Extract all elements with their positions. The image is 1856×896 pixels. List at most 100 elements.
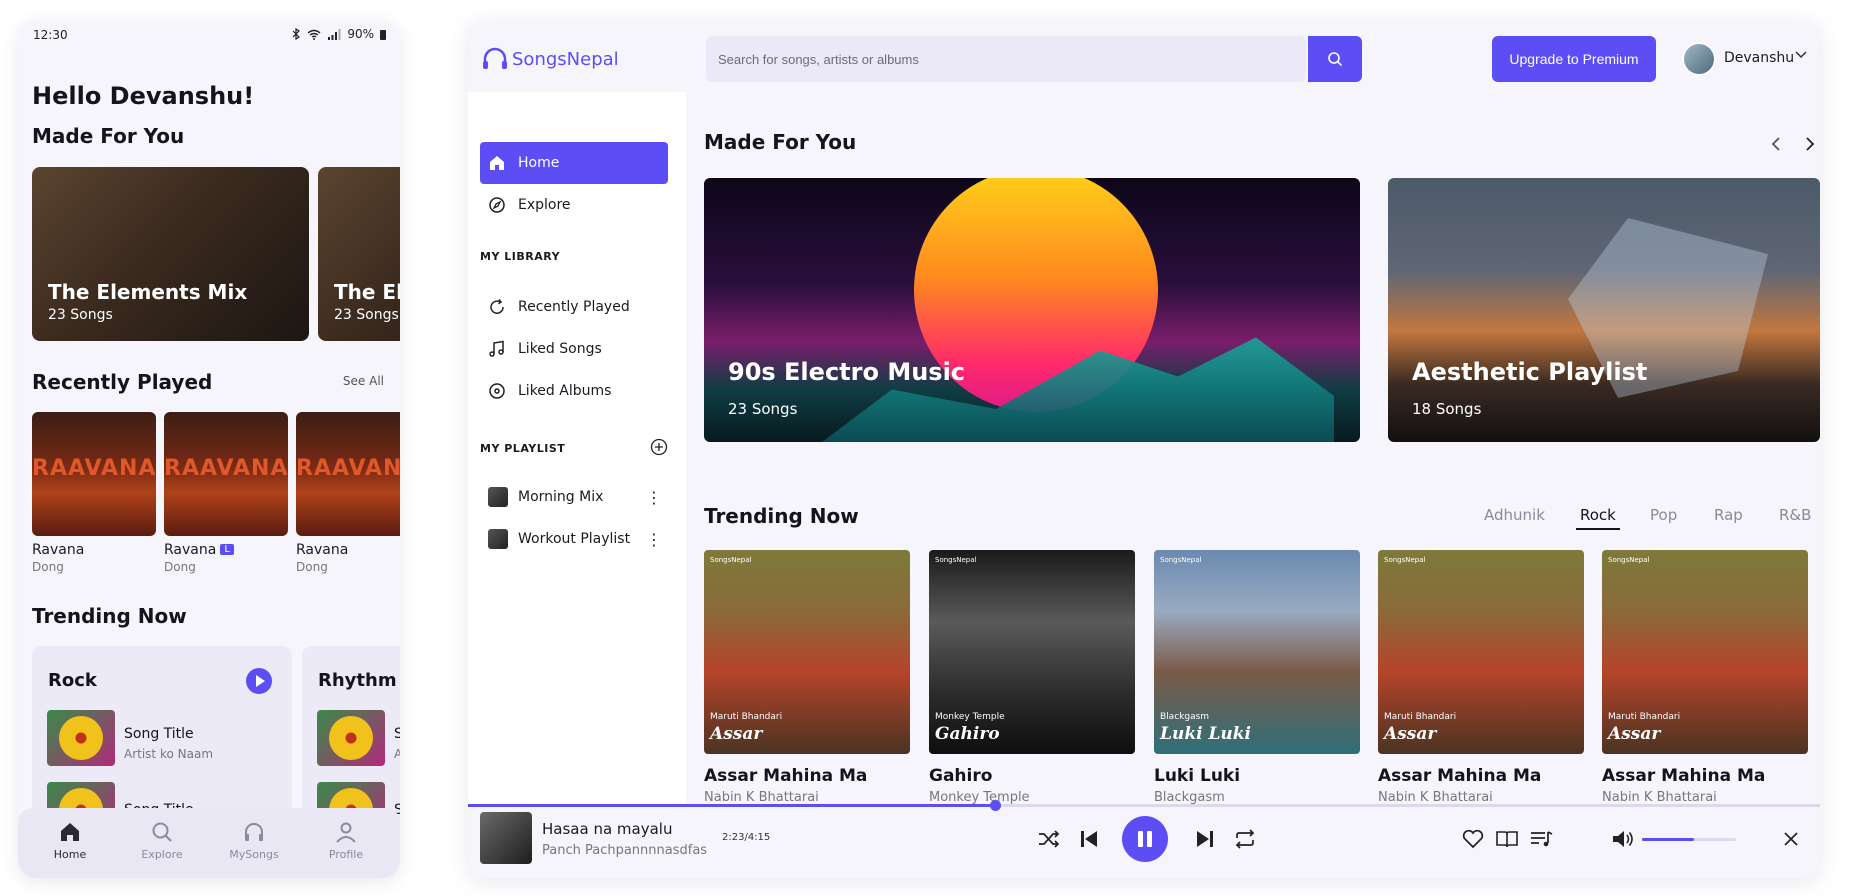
chevron-left-icon[interactable] bbox=[1764, 132, 1788, 156]
lyrics-icon[interactable] bbox=[1494, 826, 1520, 852]
art-artist: Blackgasm bbox=[1160, 712, 1210, 722]
close-icon[interactable] bbox=[1778, 826, 1804, 852]
song-artist: Nabin K Bhattarai bbox=[1602, 790, 1717, 805]
battery-percent: 90% bbox=[347, 27, 374, 41]
song-art: SongsNepal Maruti Bhandari Assar bbox=[1602, 550, 1808, 754]
sidebar-item-explore[interactable]: Explore bbox=[480, 184, 668, 226]
pause-button[interactable] bbox=[1122, 816, 1168, 862]
now-playing-title: Hasaa na mayalu bbox=[542, 820, 673, 838]
queue-icon[interactable] bbox=[1528, 826, 1554, 852]
history-icon bbox=[490, 299, 504, 314]
mix-card-subtitle: 23 Songs bbox=[48, 307, 113, 323]
made-for-you-heading: Made For You bbox=[704, 130, 857, 154]
tab-label: Home bbox=[53, 848, 87, 861]
recent-title-text: Ravana bbox=[296, 542, 349, 558]
song-card[interactable]: SongsNepal Blackgasm Luki Luki Luki Luki… bbox=[1154, 550, 1360, 805]
sidebar-item-recently-played[interactable]: Recently Played bbox=[480, 286, 668, 328]
sidebar-item-home[interactable]: Home bbox=[480, 142, 668, 184]
recent-album-art[interactable]: RAAVANA bbox=[164, 412, 288, 536]
tab-rnb[interactable]: R&B bbox=[1779, 506, 1811, 524]
next-icon[interactable] bbox=[1192, 826, 1218, 852]
art-title: Assar bbox=[710, 724, 763, 744]
mix-card-subtitle: 23 Songs bbox=[334, 307, 399, 323]
art-title: Assar bbox=[1384, 724, 1437, 744]
greeting-title: Hello Devanshu! bbox=[32, 82, 255, 110]
banner-title: 90s Electro Music bbox=[728, 358, 966, 386]
brand-logo[interactable]: SongsNepal bbox=[480, 44, 619, 74]
add-playlist-icon[interactable] bbox=[650, 438, 668, 456]
play-icon[interactable] bbox=[246, 668, 272, 694]
avatar[interactable] bbox=[1682, 42, 1716, 76]
art-artist: Monkey Temple bbox=[935, 712, 1005, 722]
more-options-icon[interactable]: ⋮ bbox=[646, 530, 662, 549]
volume-icon[interactable] bbox=[1610, 826, 1636, 852]
signal-icon bbox=[328, 28, 341, 40]
now-playing-artist: Panch Pachpannnnasdfas bbox=[542, 843, 708, 858]
repeat-icon[interactable] bbox=[1232, 826, 1258, 852]
headphones-icon bbox=[245, 823, 263, 841]
recently-played-heading: Recently Played bbox=[32, 370, 213, 394]
compass-icon bbox=[489, 197, 505, 213]
status-icons: 90% bbox=[292, 27, 386, 41]
trending-heading: Trending Now bbox=[704, 504, 859, 528]
tab-label: Profile bbox=[328, 848, 364, 861]
tab-adhunik[interactable]: Adhunik bbox=[1484, 506, 1545, 524]
see-all-link[interactable]: See All bbox=[343, 374, 384, 388]
tab-label: Explore bbox=[141, 848, 183, 861]
sidebar-item-label: Explore bbox=[518, 197, 571, 213]
song-card[interactable]: SongsNepal Maruti Bhandari Assar Assar M… bbox=[1378, 550, 1584, 805]
song-card[interactable]: SongsNepal Monkey Temple Gahiro Gahiro M… bbox=[929, 550, 1135, 805]
tab-pop[interactable]: Pop bbox=[1650, 506, 1677, 524]
song-art: SongsNepal Maruti Bhandari Assar bbox=[704, 550, 910, 754]
playlist-thumbnail bbox=[488, 529, 508, 549]
sidebar-item-liked-songs[interactable]: Liked Songs bbox=[480, 328, 668, 370]
song-card[interactable]: SongsNepal Maruti Bhandari Assar Assar M… bbox=[1602, 550, 1808, 805]
recent-item-artist: Dong bbox=[32, 560, 64, 574]
art-artist: Maruti Bhandari bbox=[1384, 712, 1457, 722]
sidebar-item-liked-albums[interactable]: Liked Albums bbox=[480, 370, 668, 412]
recent-album-art[interactable]: RAAVANA bbox=[296, 412, 400, 536]
tab-rap[interactable]: Rap bbox=[1714, 506, 1743, 524]
art-brand: SongsNepal bbox=[1608, 556, 1650, 564]
search-input[interactable] bbox=[706, 36, 1306, 82]
tab-profile[interactable]: Profile bbox=[306, 820, 386, 861]
recent-album-art[interactable]: RAAVANA bbox=[32, 412, 156, 536]
recent-item-title: Ravana L bbox=[164, 542, 234, 558]
song-artist: Monkey Temple bbox=[929, 790, 1030, 805]
tab-home[interactable]: Home bbox=[30, 820, 110, 861]
art-brand: SongsNepal bbox=[1384, 556, 1426, 564]
mix-card[interactable]: The Elements Mix 23 Songs bbox=[318, 167, 400, 341]
art-artist: Maruti Bhandari bbox=[710, 712, 783, 722]
heart-icon[interactable] bbox=[1460, 826, 1486, 852]
headphones-logo-icon bbox=[483, 47, 507, 69]
song-title: Gahiro bbox=[929, 766, 993, 786]
search-button[interactable] bbox=[1308, 36, 1362, 82]
art-title: Luki Luki bbox=[1160, 724, 1252, 744]
more-options-icon[interactable]: ⋮ bbox=[646, 488, 662, 507]
recent-item-title: Ravana bbox=[32, 542, 84, 558]
user-name[interactable]: Devanshu bbox=[1724, 50, 1794, 66]
chevron-down-icon[interactable] bbox=[1794, 48, 1808, 62]
shuffle-icon[interactable] bbox=[1036, 826, 1062, 852]
tab-rock[interactable]: Rock bbox=[1576, 506, 1620, 530]
bottom-tab-bar: Home Explore MySongs Profile bbox=[18, 808, 400, 878]
lyrics-badge: L bbox=[220, 544, 234, 555]
genre-title: Rock bbox=[48, 670, 97, 691]
recent-title-text: Ravana bbox=[164, 542, 217, 558]
sidebar-item-playlist[interactable]: Workout Playlist ⋮ bbox=[480, 518, 668, 560]
mix-card[interactable]: The Elements Mix 23 Songs bbox=[32, 167, 309, 341]
playlist-banner[interactable]: 90s Electro Music 23 Songs bbox=[704, 178, 1360, 442]
upgrade-premium-button[interactable]: Upgrade to Premium bbox=[1492, 36, 1656, 82]
tab-explore[interactable]: Explore bbox=[122, 820, 202, 861]
made-for-you-heading: Made For You bbox=[32, 124, 185, 148]
sidebar-item-playlist[interactable]: Morning Mix ⋮ bbox=[480, 476, 668, 518]
song-art: SongsNepal Monkey Temple Gahiro bbox=[929, 550, 1135, 754]
recent-item-title: Ravana bbox=[296, 542, 348, 558]
previous-icon[interactable] bbox=[1076, 826, 1102, 852]
song-card[interactable]: SongsNepal Maruti Bhandari Assar Assar M… bbox=[704, 550, 910, 805]
album-icon bbox=[489, 383, 505, 399]
song-art: SongsNepal Blackgasm Luki Luki bbox=[1154, 550, 1360, 754]
chevron-right-icon[interactable] bbox=[1798, 132, 1820, 156]
tab-mysongs[interactable]: MySongs bbox=[214, 820, 294, 861]
playlist-banner[interactable]: Aesthetic Playlist 18 Songs bbox=[1388, 178, 1820, 442]
